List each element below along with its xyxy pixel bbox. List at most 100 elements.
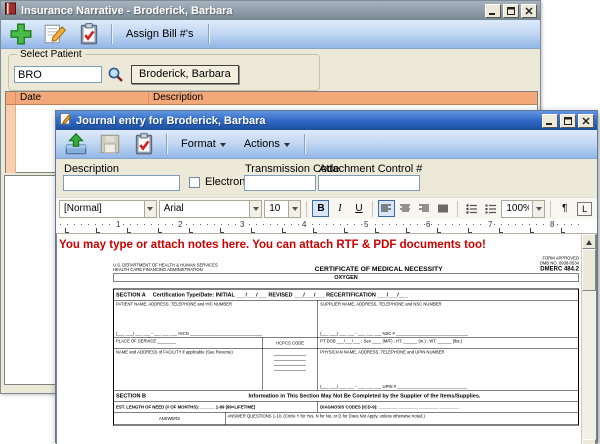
- align-justify-button[interactable]: [435, 200, 452, 217]
- cmn-form-title: CERTIFICATE OF MEDICAL NECESSITY: [290, 265, 467, 273]
- column-header-description[interactable]: Description: [149, 92, 537, 104]
- section-b-label: SECTION B: [116, 393, 146, 399]
- chevron-down-icon[interactable]: [532, 201, 544, 217]
- actions-menu-label: Actions: [244, 138, 280, 150]
- italic-button[interactable]: I: [331, 200, 348, 217]
- scroll-down-button[interactable]: [582, 439, 596, 444]
- minimize-button[interactable]: [485, 4, 501, 18]
- bullet-list-button[interactable]: [463, 200, 480, 217]
- scroll-up-icon: [586, 237, 592, 245]
- patient-search-input[interactable]: [14, 66, 102, 83]
- align-justify-icon: [438, 204, 449, 213]
- journal-client-area: Description Electronic Transmission Code…: [56, 159, 597, 444]
- place-of-service-cell: PLACE OF SERVICE ________: [114, 338, 262, 349]
- show-paragraph-marks-button[interactable]: ¶: [556, 200, 573, 217]
- format-separator: [457, 201, 458, 217]
- patient-cell: PATIENT NAME, ADDRESS, TELEPHONE and HIC…: [114, 301, 318, 338]
- insurance-app-icon: [4, 2, 17, 20]
- font-family-combo[interactable]: Arial: [159, 200, 263, 218]
- paragraph-style-combo[interactable]: [Normal]: [59, 200, 157, 218]
- agency-line-2: HEALTH CARE FINANCING ADMINISTRATION: [113, 268, 290, 273]
- diagnosis-codes-cell: DIAGNOSIS CODES (ICD-9): ________ ______…: [318, 402, 578, 413]
- journal-fields-row: Description Electronic Transmission Code…: [56, 159, 597, 197]
- minimize-button[interactable]: [542, 114, 558, 128]
- scrollbar-thumb[interactable]: [582, 249, 596, 291]
- font-size-combo[interactable]: 10: [264, 200, 301, 218]
- close-button[interactable]: [521, 4, 537, 18]
- attach-file-button[interactable]: [60, 131, 92, 157]
- answers-label-cell: ANSWERS: [114, 413, 225, 425]
- close-button[interactable]: [578, 114, 594, 128]
- journal-window-title: Journal entry for Broderick, Barbara: [76, 115, 538, 127]
- post-check-button[interactable]: [128, 131, 160, 157]
- cmn-form-header: U.S. DEPARTMENT OF HEALTH & HUMAN SERVIC…: [113, 256, 579, 273]
- selected-patient-chip[interactable]: Broderick, Barbara: [131, 65, 239, 84]
- insurance-titlebar[interactable]: Insurance Narrative - Broderick, Barbara: [1, 1, 540, 20]
- maximize-button[interactable]: [503, 4, 519, 18]
- layout-icon: L: [577, 202, 592, 216]
- attachment-control-label: Attachment Control #: [319, 163, 422, 175]
- format-toolbar: [Normal] Arial 10 B I U: [56, 197, 597, 219]
- align-right-icon: [419, 204, 430, 213]
- underline-button[interactable]: U: [350, 200, 367, 217]
- toolbar-separator: [304, 134, 305, 154]
- section-a-text: Certification Type/Date: INITIAL ___/___…: [153, 292, 408, 298]
- toolbar-separator: [111, 24, 112, 44]
- chevron-down-icon[interactable]: [288, 201, 300, 217]
- column-header-date[interactable]: Date: [16, 92, 149, 104]
- nsc-line: (___ ___) ___ ___ - ___ ___ ___ NSC # __…: [320, 331, 576, 336]
- align-center-icon: [400, 204, 411, 213]
- chevron-down-icon[interactable]: [249, 201, 261, 217]
- toolbar-separator: [208, 24, 209, 44]
- numbered-list-button[interactable]: [482, 200, 499, 217]
- journal-titlebar[interactable]: Journal entry for Broderick, Barbara: [56, 111, 597, 130]
- vertical-scrollbar[interactable]: [581, 234, 596, 444]
- cmn-form-subtitle: OXYGEN: [113, 274, 579, 282]
- row-selector-column: [6, 92, 16, 104]
- cmn-table: SECTION A Certification Type/Date: INITI…: [113, 289, 579, 426]
- section-a-label: SECTION A: [116, 292, 146, 298]
- align-center-button[interactable]: [397, 200, 414, 217]
- toolbar-separator: [166, 134, 167, 154]
- format-menu-button[interactable]: Format: [173, 132, 234, 156]
- save-button[interactable]: [94, 131, 126, 157]
- edit-narrative-button[interactable]: [39, 21, 71, 47]
- scrollbar-track[interactable]: [582, 291, 596, 439]
- row-selector-strip: [6, 105, 16, 173]
- maximize-button[interactable]: [560, 114, 576, 128]
- format-separator: [550, 201, 551, 217]
- physician-cell: PHYSICIAN NAME, ADDRESS, TELEPHONE and U…: [318, 349, 578, 391]
- patient-search-button[interactable]: [105, 66, 126, 83]
- document-editor[interactable]: You may type or attach notes here. You c…: [57, 234, 581, 444]
- align-left-button[interactable]: [378, 200, 395, 217]
- assign-bill-button[interactable]: Assign Bill #'s: [118, 22, 202, 46]
- zoom-combo[interactable]: 100%: [501, 200, 545, 218]
- journal-entry-window: Journal entry for Broderick, Barbara For…: [55, 110, 598, 443]
- est-length-cell: EST. LENGTH OF NEED (# OF MONTHS): _____…: [114, 402, 318, 413]
- format-menu-label: Format: [181, 138, 216, 150]
- cmn-form: U.S. DEPARTMENT OF HEALTH & HUMAN SERVIC…: [113, 256, 579, 426]
- cmn-gap: [113, 282, 579, 289]
- description-input[interactable]: [63, 175, 180, 191]
- form-number: DMERC 484.2: [467, 266, 579, 273]
- ruler[interactable]: 1 2 3 4 5 6 7 8: [56, 219, 597, 234]
- hicn-line: (___ ___) ___ ___ - ___ ___ ___ HICN ___…: [116, 331, 316, 336]
- scroll-up-button[interactable]: [582, 234, 596, 249]
- align-right-button[interactable]: [416, 200, 433, 217]
- post-check-button[interactable]: [73, 21, 105, 47]
- align-left-icon: [381, 204, 392, 213]
- chevron-down-icon[interactable]: [144, 201, 156, 217]
- page-layout-button[interactable]: L: [575, 200, 594, 217]
- format-separator: [306, 201, 307, 217]
- transmission-code-input[interactable]: [244, 175, 316, 191]
- actions-menu-button[interactable]: Actions: [236, 132, 298, 156]
- attachment-control-input[interactable]: [318, 175, 420, 191]
- electronic-checkbox[interactable]: [189, 177, 200, 188]
- add-narrative-button[interactable]: [5, 21, 37, 47]
- select-patient-label: Select Patient: [17, 49, 85, 60]
- paragraph-style-value: [Normal]: [64, 203, 141, 214]
- search-icon: [107, 66, 124, 83]
- journal-app-icon: [59, 112, 72, 130]
- format-separator: [372, 201, 373, 217]
- bold-button[interactable]: B: [312, 200, 329, 217]
